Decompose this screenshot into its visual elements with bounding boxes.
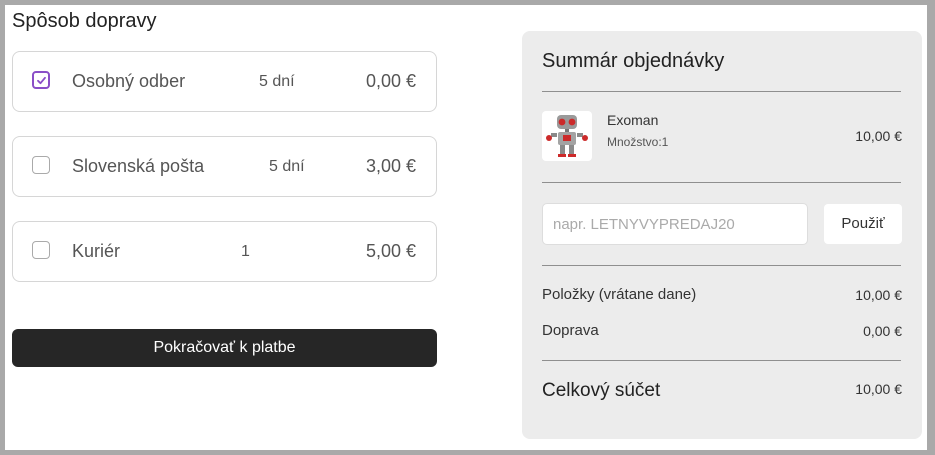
checkbox-checked-icon[interactable] [32, 71, 50, 89]
checkmark-icon [37, 76, 46, 85]
shipping-option-name: Osobný odber [72, 71, 186, 91]
grand-total-label: Celkový súčet [542, 380, 661, 401]
shipping-option-days: 1 [241, 243, 250, 260]
items-total-value: 10,00 € [855, 287, 902, 303]
product-quantity: Množstvo:1 [607, 135, 669, 149]
coupon-code-input[interactable] [542, 203, 808, 245]
order-summary-title: Summár objednávky [542, 50, 725, 72]
items-total-label: Položky (vrátane dane) [542, 286, 697, 303]
product-name: Exoman [607, 112, 659, 128]
shipping-option-name: Slovenská pošta [72, 156, 205, 176]
shipping-option-price: 3,00 € [365, 156, 416, 176]
divider [542, 182, 901, 183]
shipping-option-slovak-post[interactable]: Slovenská pošta 5 dní 3,00 € [12, 136, 437, 197]
robot-icon [546, 115, 588, 157]
checkbox-icon[interactable] [32, 156, 50, 174]
apply-coupon-button[interactable]: Použiť [824, 204, 902, 244]
product-price: 10,00 € [855, 128, 902, 144]
shipping-option-personal-pickup[interactable]: Osobný odber 5 dní 0,00 € [12, 51, 437, 112]
divider [542, 265, 901, 266]
order-summary-panel: Summár objednávky Exoman Množstvo:1 10,0… [522, 31, 922, 439]
shipping-option-courier[interactable]: Kuriér 1 5,00 € [12, 221, 437, 282]
checkout-page: Spôsob dopravy Osobný odber 5 dní 0,00 €… [5, 5, 927, 450]
divider [542, 91, 901, 92]
shipping-option-name: Kuriér [72, 241, 121, 261]
divider [542, 360, 901, 361]
checkbox-icon[interactable] [32, 241, 50, 259]
grand-total-value: 10,00 € [855, 381, 902, 397]
shipping-cost-value: 0,00 € [863, 323, 902, 339]
continue-to-payment-button[interactable]: Pokračovať k platbe [12, 329, 437, 367]
shipping-option-days: 5 dní [259, 73, 295, 90]
shipping-option-price: 5,00 € [365, 241, 416, 261]
shipping-option-days: 5 dní [269, 158, 305, 175]
product-image [542, 111, 592, 161]
shipping-cost-label: Doprava [542, 322, 599, 339]
shipping-option-price: 0,00 € [365, 71, 416, 91]
shipping-method-title: Spôsob dopravy [12, 10, 157, 32]
